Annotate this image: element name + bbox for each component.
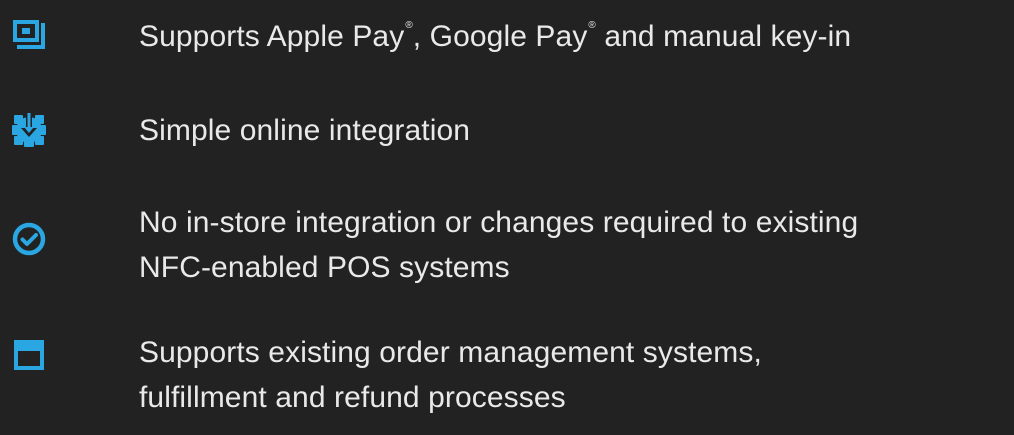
feature-text: Supports Apple Pay®, Google Pay® and man…	[139, 20, 852, 53]
registered-mark: ®	[588, 20, 596, 31]
feature-text: Supports existing order management syste…	[139, 330, 1008, 420]
feature-text-line: Supports existing order management syste…	[139, 336, 762, 369]
feature-text-line: fulfillment and refund processes	[139, 381, 566, 414]
registered-mark: ®	[405, 20, 413, 31]
check-circle-icon	[12, 222, 46, 256]
gear-download-icon	[12, 113, 46, 147]
feature-text-line: No in-store integration or changes requi…	[139, 206, 859, 239]
feature-list: Supports Apple Pay®, Google Pay® and man…	[0, 0, 1014, 435]
nfc-reader-icon	[12, 18, 46, 52]
storefront-icon	[12, 338, 46, 372]
feature-text: No in-store integration or changes requi…	[139, 200, 1008, 290]
feature-text: Simple online integration	[139, 114, 471, 147]
feature-text-line: NFC-enabled POS systems	[139, 251, 510, 284]
